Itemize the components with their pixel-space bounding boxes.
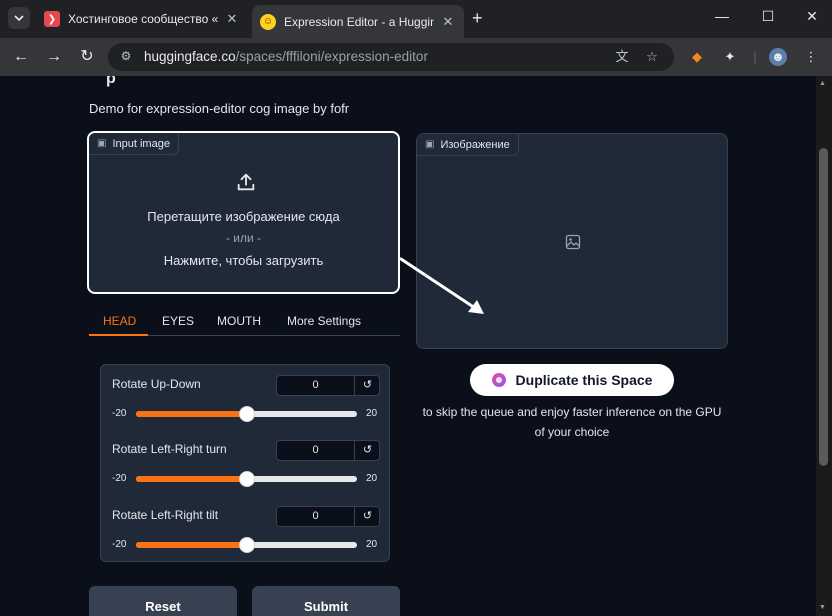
slider-thumb[interactable] [238, 471, 255, 487]
or-text: - или - [225, 231, 262, 245]
slider-min: -20 [112, 408, 127, 419]
annotation-arrow [399, 257, 484, 314]
reload-icon[interactable]: ↻ [77, 47, 97, 67]
minimize-icon[interactable]: — [712, 8, 732, 24]
duplicate-space-button[interactable]: Duplicate this Space [470, 364, 674, 396]
input-image-label-text: Input image [112, 137, 170, 150]
number-input[interactable]: 0 ↺ [276, 375, 380, 396]
reset-value-icon[interactable]: ↺ [354, 376, 380, 395]
output-image-label: ▣ Изображение [417, 134, 519, 156]
reset-value-icon[interactable]: ↺ [354, 507, 380, 526]
upload-icon [237, 173, 255, 191]
duplicate-icon [491, 373, 506, 387]
close-icon[interactable]: ✕ [440, 14, 456, 30]
tab-strip: ❯ Хостинговое сообщество «Tim ✕ ☺ Expres… [0, 0, 832, 38]
tab-more-settings[interactable]: More Settings [287, 314, 361, 328]
slider-min: -20 [112, 539, 127, 550]
toolbar-divider: | [753, 49, 757, 64]
slider-rotate-up-down: Rotate Up-Down 0 ↺ -20 20 [101, 365, 389, 431]
reset-value-icon[interactable]: ↺ [354, 441, 380, 460]
reset-button[interactable]: Reset [89, 586, 237, 616]
number-input-value[interactable]: 0 [277, 379, 354, 391]
submit-button[interactable]: Submit [252, 586, 400, 616]
input-image-dropzone[interactable]: ▣ Input image Перетащите изображение сюд… [87, 131, 400, 294]
slider-max: 20 [366, 539, 378, 550]
url-text[interactable]: huggingface.co/spaces/fffiloni/expressio… [144, 49, 428, 64]
timeweb-icon: ❯ [44, 11, 60, 27]
number-input-value[interactable]: 0 [277, 444, 354, 456]
url-path: /spaces/fffiloni/expression-editor [235, 49, 428, 64]
image-icon: ▣ [97, 138, 107, 149]
slider-label: Rotate Left-Right tilt [112, 508, 219, 522]
tab-title: Хостинговое сообщество «Tim [68, 12, 218, 26]
tab-title: Expression Editor - a Hugging F [284, 14, 434, 29]
extensions-icon[interactable]: ✦ [721, 48, 739, 66]
browser-toolbar: ← → ↻ ⚙ huggingface.co/spaces/fffiloni/e… [0, 38, 832, 76]
scrollbar-thumb[interactable] [819, 148, 828, 466]
image-icon: ▣ [425, 139, 435, 150]
new-tab-button[interactable]: + [472, 8, 483, 28]
tab-search-button[interactable] [8, 7, 30, 29]
slider-label: Rotate Left-Right turn [112, 442, 227, 456]
slider-track[interactable] [136, 537, 357, 553]
browser-tab-expression-editor[interactable]: ☺ Expression Editor - a Hugging F ✕ [252, 5, 464, 38]
back-icon[interactable]: ← [11, 47, 31, 67]
slider-fill [136, 542, 247, 548]
slider-min: -20 [112, 473, 127, 484]
head-sliders-panel: Rotate Up-Down 0 ↺ -20 20 Rotate Left-Ri… [100, 364, 390, 562]
bookmark-star-icon[interactable]: ☆ [644, 49, 660, 65]
scroll-down-icon[interactable]: ▼ [819, 604, 826, 611]
slider-rotate-left-right-tilt: Rotate Left-Right tilt 0 ↺ -20 20 [101, 496, 389, 562]
tab-head[interactable]: HEAD [103, 314, 136, 328]
page-title: p [106, 76, 116, 87]
profile-avatar[interactable]: ☻ [769, 48, 787, 66]
output-image-label-text: Изображение [440, 138, 510, 151]
slider-label: Rotate Up-Down [112, 377, 201, 391]
scroll-up-icon[interactable]: ▲ [819, 80, 826, 87]
more-menu-icon[interactable]: ⋮ [802, 48, 820, 66]
image-placeholder-icon [565, 234, 581, 250]
slider-track[interactable] [136, 471, 357, 487]
slider-fill [136, 476, 247, 482]
page-description: Demo for expression-editor cog image by … [89, 101, 350, 116]
forward-icon[interactable]: → [44, 47, 64, 67]
url-host: huggingface.co [144, 49, 236, 64]
duplicate-note: to skip the queue and enjoy faster infer… [422, 405, 722, 439]
input-image-label: ▣ Input image [89, 133, 179, 155]
number-input-value[interactable]: 0 [277, 510, 354, 522]
number-input[interactable]: 0 ↺ [276, 440, 380, 461]
metamask-icon[interactable]: ◆ [688, 48, 706, 66]
translate-icon[interactable]: 文 [614, 49, 630, 65]
click-to-upload-text[interactable]: Нажмите, чтобы загрузить [89, 253, 398, 268]
selected-tab-indicator [89, 334, 148, 336]
slider-thumb[interactable] [238, 537, 255, 553]
close-window-icon[interactable]: ✕ [802, 8, 822, 25]
slider-fill [136, 411, 247, 417]
maximize-icon[interactable]: ☐ [758, 8, 778, 25]
duplicate-space-label: Duplicate this Space [515, 372, 653, 388]
slider-rotate-left-right-turn: Rotate Left-Right turn 0 ↺ -20 20 [101, 430, 389, 496]
slider-thumb[interactable] [238, 406, 255, 422]
slider-max: 20 [366, 408, 378, 419]
address-bar[interactable]: ⚙ huggingface.co/spaces/fffiloni/express… [108, 43, 674, 71]
slider-max: 20 [366, 473, 378, 484]
tab-mouth[interactable]: MOUTH [217, 314, 261, 328]
chevron-down-icon [14, 15, 24, 22]
site-settings-icon[interactable]: ⚙ [118, 49, 134, 65]
close-icon[interactable]: ✕ [224, 11, 240, 27]
tab-eyes[interactable]: EYES [162, 314, 194, 328]
slider-track[interactable] [136, 406, 357, 422]
page-content: p Demo for expression-editor cog image b… [0, 76, 816, 616]
browser-tab-timeweb[interactable]: ❯ Хостинговое сообщество «Tim ✕ [36, 5, 248, 33]
hugging-face-icon: ☺ [260, 13, 276, 30]
number-input[interactable]: 0 ↺ [276, 506, 380, 527]
settings-tabs: HEAD EYES MOUTH More Settings [89, 308, 400, 336]
drop-text: Перетащите изображение сюда [147, 209, 340, 224]
